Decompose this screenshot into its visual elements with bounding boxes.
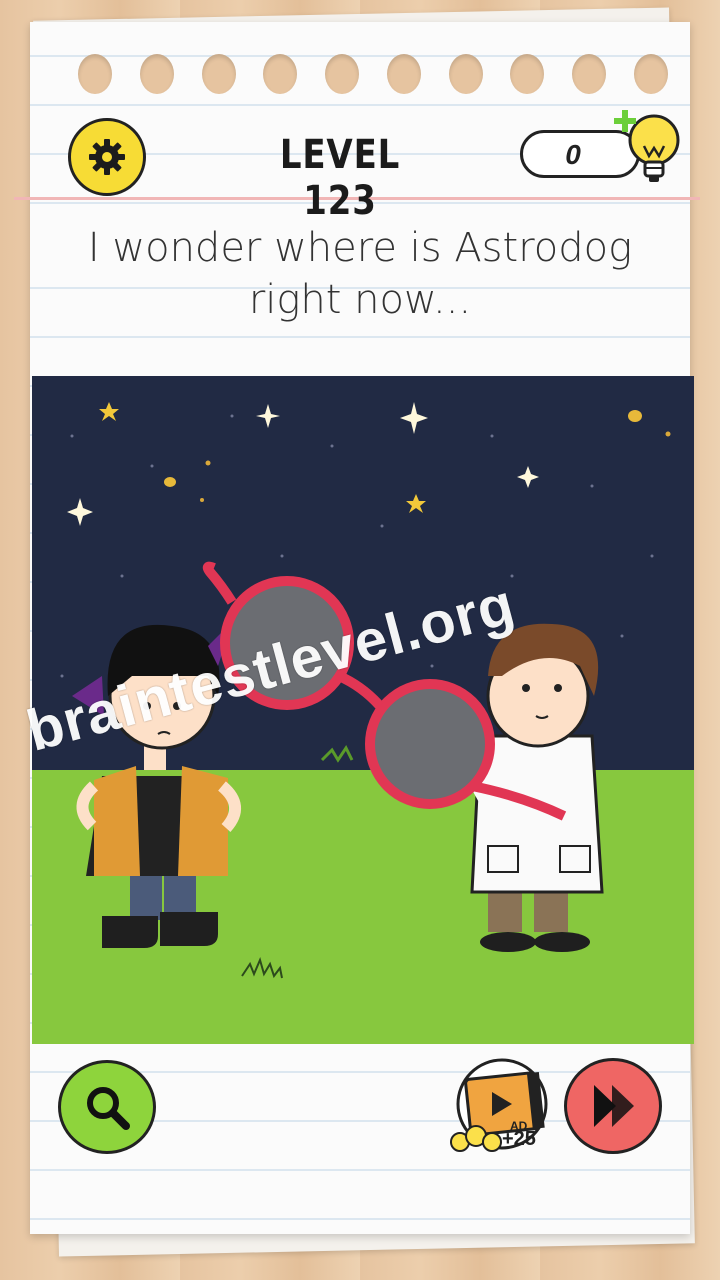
puzzle-question: I wonder where is Astrodog right now...	[60, 222, 660, 326]
question-line-2: right now...	[248, 277, 472, 323]
gear-icon	[89, 139, 125, 175]
lightbulb-icon[interactable]	[614, 106, 690, 192]
binder-hole	[325, 54, 360, 94]
binder-hole	[386, 54, 421, 94]
binder-hole	[78, 54, 112, 94]
binder-hole	[201, 54, 236, 94]
planet-icon	[164, 477, 176, 487]
binder-hole	[263, 54, 298, 94]
settings-button[interactable]	[68, 118, 146, 196]
hint-count: 0	[565, 139, 581, 170]
binder-hole	[572, 54, 607, 94]
binder-hole	[448, 54, 483, 94]
binder-holes	[78, 54, 668, 98]
magnifier-icon	[87, 1087, 130, 1130]
binder-hole	[510, 54, 545, 94]
hint-search-button[interactable]	[58, 1060, 156, 1154]
question-line-1: I wonder where is Astrodog	[87, 225, 633, 271]
reward-label: +25	[502, 1128, 536, 1150]
binder-hole	[139, 54, 174, 94]
fast-forward-icon	[594, 1085, 634, 1127]
skip-level-button[interactable]	[564, 1058, 662, 1154]
planet-icon	[628, 410, 642, 422]
level-title: LEVEL 123	[279, 132, 401, 224]
binder-hole	[633, 54, 668, 94]
